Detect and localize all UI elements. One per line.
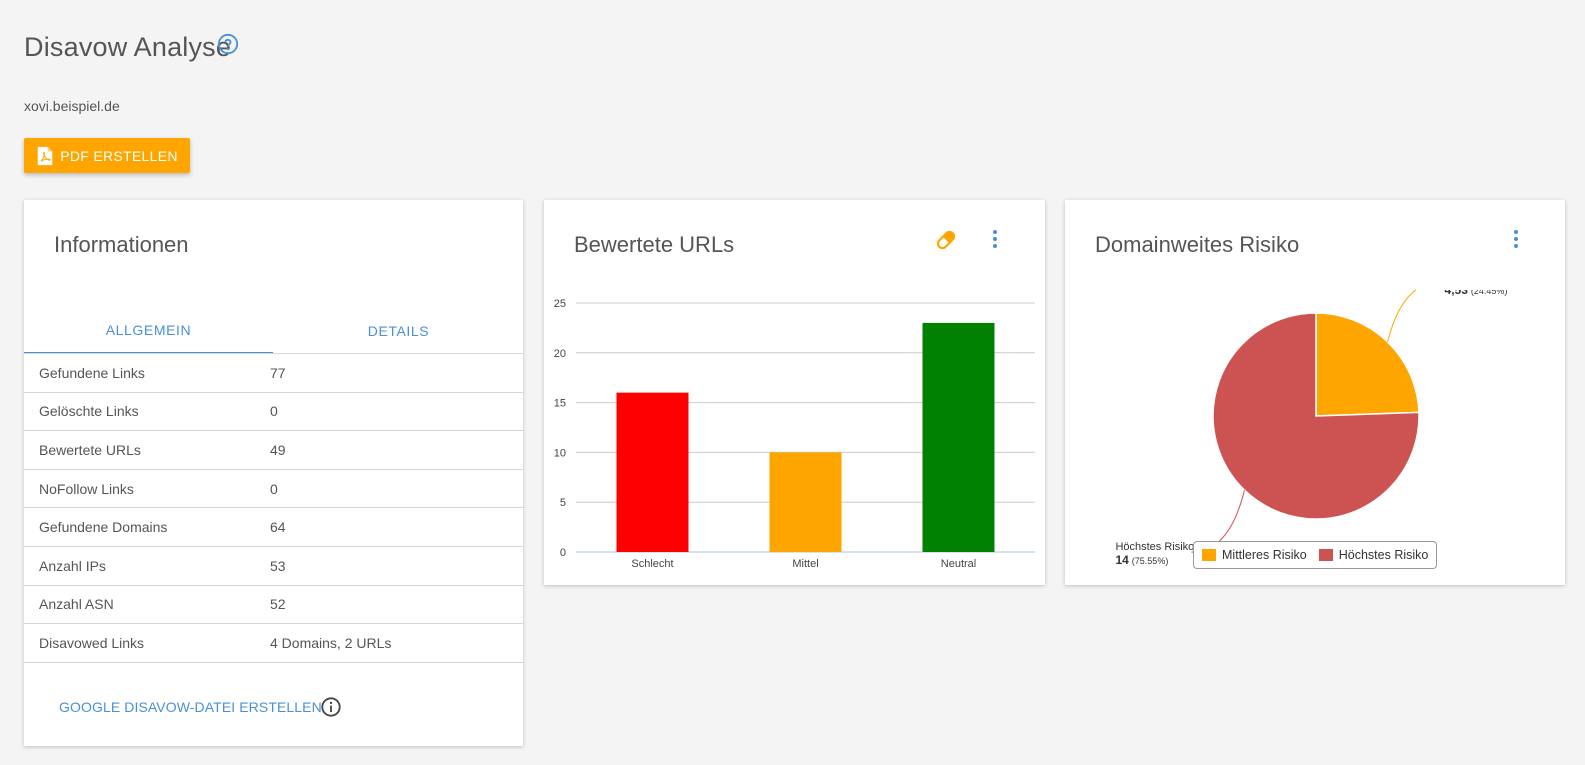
legend-item-medium-risk[interactable]: Mittleres Risiko: [1202, 548, 1307, 562]
create-disavow-file-link[interactable]: GOOGLE DISAVOW-DATEI ERSTELLEN: [59, 699, 322, 715]
info-table: Gefundene Links 77 Gelöschte Links 0 Bew…: [24, 354, 523, 663]
info-icon[interactable]: [320, 696, 342, 718]
info-row-label: Gefundene Domains: [39, 519, 168, 536]
y-tick-label: 20: [554, 348, 566, 360]
legend-label: Höchstes Risiko: [1338, 548, 1429, 562]
domain-risk-card-title: Domainweites Risiko: [1095, 232, 1300, 257]
info-row-value: 77: [270, 364, 286, 381]
y-tick-label: 0: [560, 547, 566, 559]
rated-urls-bar-chart: 0 5 10 15 20 25 Schlecht Mittel Neutral: [554, 298, 1035, 570]
pdf-create-label: PDF ERSTELLEN: [60, 147, 178, 164]
y-tick-label: 10: [554, 447, 566, 459]
pie-label-value: 4,53(24.45%): [1445, 290, 1508, 297]
tab-allgemein[interactable]: ALLGEMEIN: [24, 307, 273, 354]
bar[interactable]: [922, 322, 995, 552]
info-row-label: NoFollow Links: [39, 480, 134, 497]
bar[interactable]: [616, 392, 689, 552]
x-tick-label: Schlecht: [631, 558, 673, 570]
y-tick-label: 5: [560, 497, 566, 509]
tab-details[interactable]: DETAILS: [274, 307, 523, 354]
info-row-label: Bewertete URLs: [39, 441, 141, 458]
y-tick-label: 15: [554, 398, 566, 410]
more-vert-icon[interactable]: [983, 227, 1007, 251]
info-row-label: Disavowed Links: [39, 634, 145, 651]
info-row-nofollow-links: NoFollow Links 0: [24, 470, 523, 509]
pie-slice[interactable]: [1315, 312, 1420, 417]
pie-label-name: Höchstes Risiko:: [1115, 541, 1197, 553]
info-row-disavowed-links: Disavowed Links 4 Domains, 2 URLs: [24, 624, 523, 663]
pdf-create-button[interactable]: PDF ERSTELLEN: [24, 138, 190, 173]
information-card: Informationen ALLGEMEIN DETAILS Gefunden…: [24, 200, 523, 746]
info-row-label: Gefundene Links: [39, 364, 145, 381]
page: Disavow Analyse xovi.beispiel.de PDF ERS…: [0, 0, 1585, 765]
info-row-asn-count: Anzahl ASN 52: [24, 586, 523, 625]
information-card-title: Informationen: [54, 232, 189, 257]
info-row-found-domains: Gefundene Domains 64: [24, 508, 523, 547]
help-icon[interactable]: [217, 33, 239, 55]
info-row-deleted-links: Gelöschte Links 0: [24, 393, 523, 432]
info-row-label: Anzahl ASN: [39, 596, 114, 613]
domain-risk-card: Domainweites Risiko Mittleres Risiko:4,5…: [1065, 200, 1565, 585]
info-row-label: Anzahl IPs: [39, 557, 106, 574]
more-vert-icon[interactable]: [1504, 227, 1528, 251]
info-row-value: 0: [270, 403, 278, 420]
info-row-value: 52: [270, 596, 286, 613]
rated-urls-card-title: Bewertete URLs: [574, 232, 735, 257]
info-row-found-links: Gefundene Links 77: [24, 354, 523, 393]
page-title: Disavow Analyse: [24, 32, 232, 62]
legend-label: Mittleres Risiko: [1222, 548, 1307, 562]
info-row-value: 0: [270, 480, 278, 497]
legend-item-highest-risk[interactable]: Höchstes Risiko: [1318, 548, 1429, 562]
info-row-value: 4 Domains, 2 URLs: [270, 634, 392, 651]
pill-icon[interactable]: [934, 228, 958, 252]
x-tick-label: Neutral: [941, 558, 976, 570]
info-tabs: ALLGEMEIN DETAILS: [24, 307, 523, 354]
info-row-ip-count: Anzahl IPs 53: [24, 547, 523, 586]
domain-name: xovi.beispiel.de: [24, 98, 120, 114]
pie-legend: Mittleres Risiko Höchstes Risiko: [1193, 541, 1438, 569]
pie-label-value: 14 (75.55%): [1115, 553, 1168, 567]
legend-swatch: [1202, 549, 1216, 561]
info-row-rated-urls: Bewertete URLs 49: [24, 431, 523, 470]
pdf-file-icon: [37, 146, 53, 165]
legend-swatch: [1318, 549, 1333, 561]
info-row-label: Gelöschte Links: [39, 403, 139, 420]
pie-label-connector: [1387, 290, 1417, 343]
info-row-value: 64: [270, 519, 286, 536]
y-tick-label: 25: [554, 298, 566, 310]
info-row-value: 49: [270, 441, 286, 458]
x-tick-label: Mittel: [792, 558, 818, 570]
rated-urls-card: Bewertete URLs 0 5 10 15 20 25 Schlecht Mittel N…: [544, 200, 1045, 585]
bar[interactable]: [769, 452, 842, 552]
info-row-value: 53: [270, 557, 286, 574]
